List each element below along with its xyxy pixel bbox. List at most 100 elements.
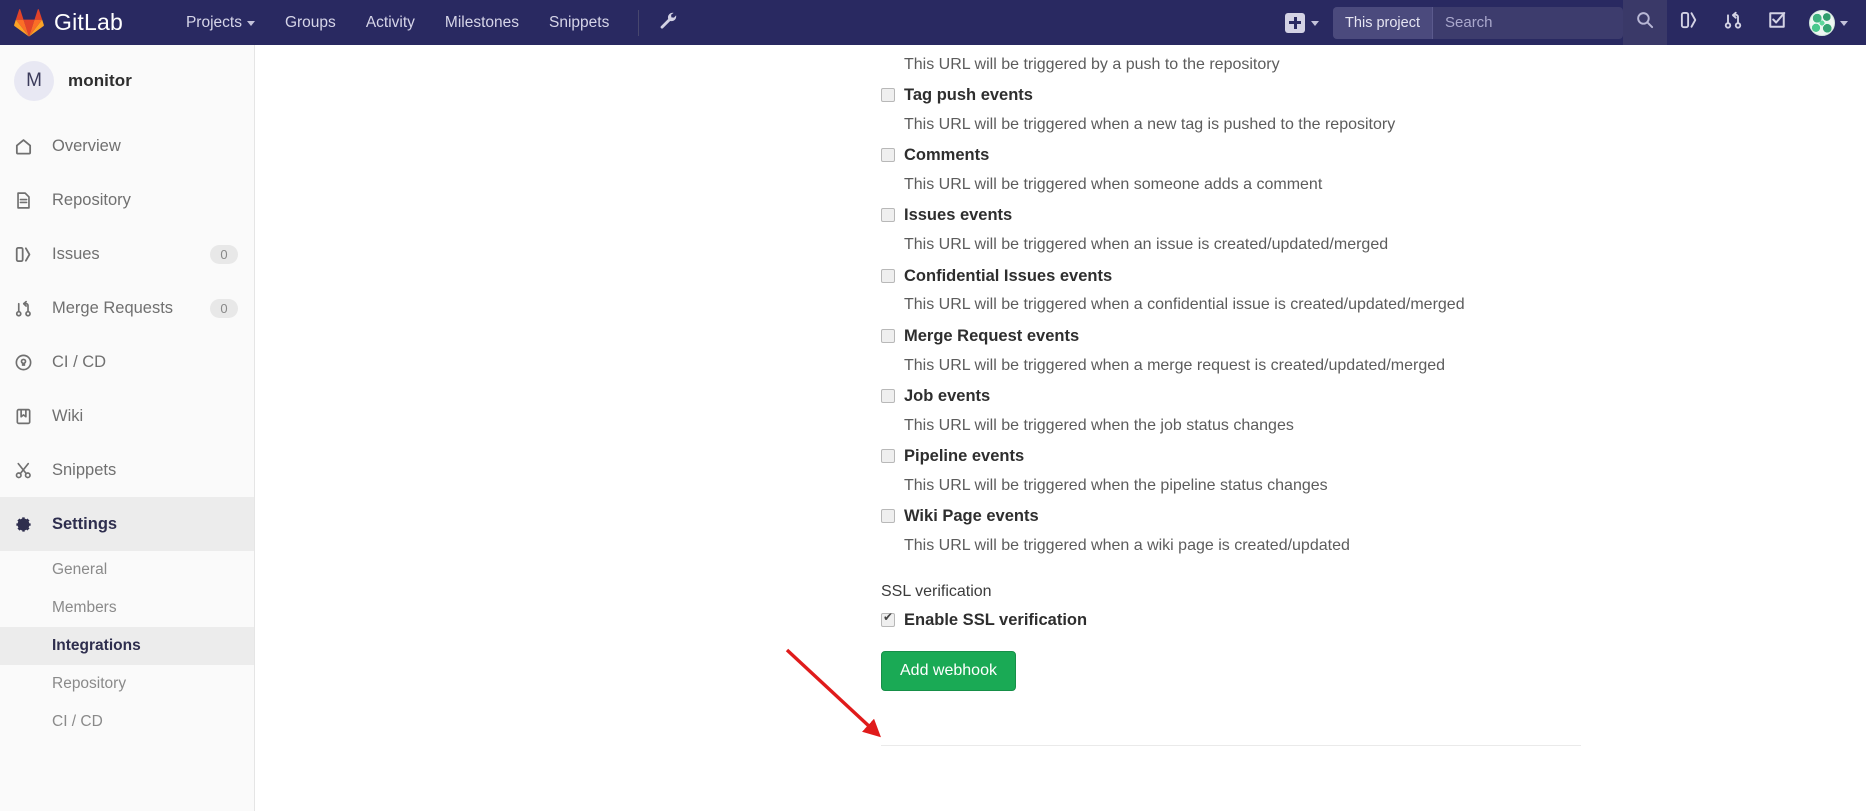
job-events-checkbox[interactable] bbox=[881, 388, 895, 403]
pipeline-events-checkbox[interactable] bbox=[881, 448, 895, 463]
book-icon bbox=[14, 407, 40, 426]
issues-count-badge: 0 bbox=[210, 244, 238, 264]
event-wiki-page: Wiki Page events This URL will be trigge… bbox=[881, 497, 1741, 557]
gear-icon bbox=[14, 515, 40, 534]
todos-icon bbox=[1767, 10, 1787, 35]
tag-push-events-label: Tag push events bbox=[904, 86, 1033, 105]
comments-label: Comments bbox=[904, 146, 990, 165]
issues-icon bbox=[1679, 10, 1699, 35]
enable-ssl-verification-label: Enable SSL verification bbox=[904, 611, 1088, 630]
nav-milestones[interactable]: Milestones bbox=[430, 0, 534, 45]
sidebar-item-issues[interactable]: Issues 0 bbox=[0, 227, 254, 281]
project-avatar: M bbox=[14, 61, 54, 101]
wiki-page-events-label: Wiki Page events bbox=[904, 506, 1039, 525]
event-comments: Comments This URL will be triggered when… bbox=[881, 136, 1741, 196]
add-webhook-button[interactable]: Add webhook bbox=[881, 650, 1016, 691]
top-navbar: GitLab Projects Groups Activity Mileston… bbox=[0, 0, 1866, 45]
pipeline-events-label: Pipeline events bbox=[904, 446, 1025, 465]
event-merge-request: Merge Request events This URL will be tr… bbox=[881, 317, 1741, 377]
nav-snippets-label: Snippets bbox=[549, 13, 610, 31]
ssl-verification-section-label: SSL verification bbox=[881, 583, 992, 601]
nav-projects[interactable]: Projects bbox=[171, 0, 270, 45]
todos-icon-button[interactable] bbox=[1755, 0, 1799, 45]
sidebar-item-overview[interactable]: Overview bbox=[0, 119, 254, 173]
project-name: monitor bbox=[68, 71, 132, 90]
sidebar-item-settings[interactable]: Settings bbox=[0, 497, 254, 551]
sidebar-project-header[interactable]: M monitor bbox=[0, 45, 254, 119]
section-divider bbox=[881, 745, 1581, 746]
sidebar-item-wiki-label: Wiki bbox=[52, 406, 84, 425]
sidebar-subitem-members[interactable]: Members bbox=[0, 589, 254, 627]
search-scope-selector[interactable]: This project bbox=[1333, 6, 1433, 39]
merge-request-events-checkbox[interactable] bbox=[881, 328, 895, 343]
sidebar-subitem-repository[interactable]: Repository bbox=[0, 665, 254, 703]
avatar bbox=[1809, 9, 1835, 36]
chevron-down-icon bbox=[246, 21, 255, 26]
sidebar-subitem-general[interactable]: General bbox=[0, 551, 254, 589]
event-confidential-issues: Confidential Issues events This URL will… bbox=[881, 257, 1741, 317]
sidebar-item-repository[interactable]: Repository bbox=[0, 173, 254, 227]
confidential-issues-events-checkbox[interactable] bbox=[881, 268, 895, 283]
sidebar-subitem-ci-cd[interactable]: CI / CD bbox=[0, 703, 254, 741]
chevron-down-icon bbox=[1311, 21, 1320, 26]
tag-push-events-description: This URL will be triggered when a new ta… bbox=[904, 116, 1396, 134]
sidebar-item-snippets[interactable]: Snippets bbox=[0, 443, 254, 497]
navbar-right: This project bbox=[1277, 0, 1866, 45]
webhook-form: This URL will be triggered by a push to … bbox=[881, 45, 1741, 691]
confidential-issues-events-label: Confidential Issues events bbox=[904, 266, 1113, 285]
new-item-button[interactable] bbox=[1277, 0, 1327, 45]
sidebar-item-wiki[interactable]: Wiki bbox=[0, 389, 254, 443]
sidebar-subitem-integrations[interactable]: Integrations bbox=[0, 627, 254, 665]
sidebar-item-ci-cd-label: CI / CD bbox=[52, 352, 107, 371]
wiki-page-events-checkbox[interactable] bbox=[881, 508, 895, 523]
tag-push-events-checkbox[interactable] bbox=[881, 88, 895, 103]
issues-events-description: This URL will be triggered when an issue… bbox=[904, 236, 1389, 254]
comments-checkbox[interactable] bbox=[881, 148, 895, 163]
admin-area-button[interactable] bbox=[651, 6, 685, 40]
sidebar-item-merge-requests[interactable]: Merge Requests 0 bbox=[0, 281, 254, 335]
sidebar-item-ci-cd[interactable]: CI / CD bbox=[0, 335, 254, 389]
job-events-label: Job events bbox=[904, 386, 991, 405]
gitlab-home-link[interactable]: GitLab bbox=[0, 8, 123, 37]
job-events-description: This URL will be triggered when the job … bbox=[904, 416, 1294, 434]
merge-requests-icon bbox=[1723, 10, 1743, 35]
issues-events-label: Issues events bbox=[904, 206, 1013, 225]
scissors-icon bbox=[14, 461, 40, 480]
nav-groups[interactable]: Groups bbox=[270, 0, 351, 45]
sidebar-item-merge-requests-label: Merge Requests bbox=[52, 298, 174, 317]
search-input[interactable] bbox=[1433, 6, 1623, 39]
nav-divider bbox=[638, 9, 640, 36]
issues-icon-button[interactable] bbox=[1667, 0, 1711, 45]
nav-activity-label: Activity bbox=[365, 13, 415, 31]
merge-request-events-label: Merge Request events bbox=[904, 326, 1080, 345]
enable-ssl-verification-checkbox[interactable] bbox=[881, 610, 895, 628]
project-sidebar: M monitor Overview Repository Issues 0 M… bbox=[0, 45, 255, 811]
pipeline-events-description: This URL will be triggered when the pipe… bbox=[904, 476, 1328, 494]
main-content: This URL will be triggered by a push to … bbox=[256, 45, 1866, 811]
sidebar-item-settings-label: Settings bbox=[52, 514, 118, 533]
user-menu-button[interactable] bbox=[1799, 0, 1854, 45]
sidebar-item-issues-label: Issues bbox=[52, 244, 100, 263]
search-icon-button[interactable] bbox=[1623, 0, 1667, 45]
nav-milestones-label: Milestones bbox=[444, 13, 519, 31]
issues-events-checkbox[interactable] bbox=[881, 208, 895, 223]
merge-request-events-description: This URL will be triggered when a merge … bbox=[904, 356, 1446, 374]
event-issues: Issues events This URL will be triggered… bbox=[881, 196, 1741, 256]
wrench-icon bbox=[659, 11, 678, 35]
issues-icon bbox=[14, 245, 40, 264]
nav-snippets[interactable]: Snippets bbox=[534, 0, 624, 45]
search-icon bbox=[1636, 11, 1654, 34]
chevron-down-icon bbox=[1840, 21, 1848, 26]
sidebar-item-overview-label: Overview bbox=[52, 136, 121, 155]
confidential-issues-events-description: This URL will be triggered when a confid… bbox=[904, 296, 1465, 314]
merge-requests-icon bbox=[14, 299, 40, 318]
nav-activity[interactable]: Activity bbox=[351, 0, 430, 45]
rocket-icon bbox=[14, 353, 40, 372]
sidebar-item-snippets-label: Snippets bbox=[52, 460, 117, 479]
push-events-description: This URL will be triggered by a push to … bbox=[904, 56, 1280, 73]
comments-description: This URL will be triggered when someone … bbox=[904, 176, 1323, 194]
merge-requests-icon-button[interactable] bbox=[1711, 0, 1755, 45]
primary-nav: Projects Groups Activity Milestones Snip… bbox=[171, 0, 685, 45]
doc-icon bbox=[14, 191, 40, 210]
gitlab-wordmark: GitLab bbox=[54, 9, 123, 35]
